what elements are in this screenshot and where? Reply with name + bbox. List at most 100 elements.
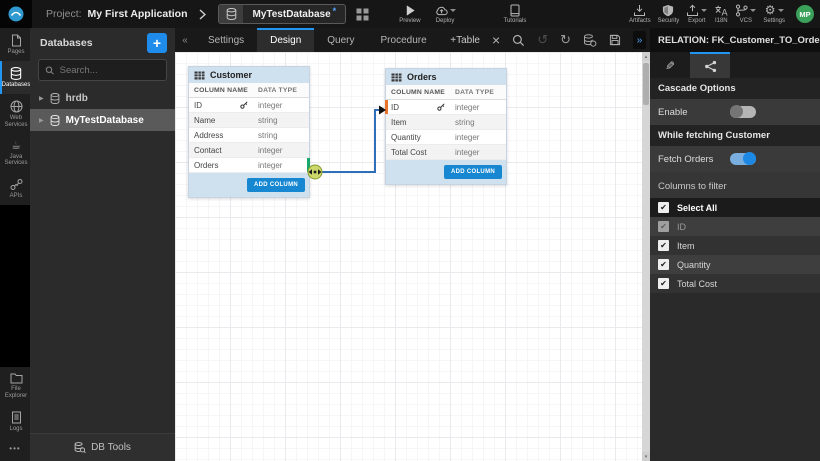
canvas-vertical-scrollbar[interactable]: ▴ ▾ (642, 52, 650, 461)
column-name: ID (386, 103, 450, 112)
scroll-up-arrow[interactable]: ▴ (642, 52, 650, 61)
column-row-contact[interactable]: Contactinteger (189, 143, 309, 158)
table-card-orders[interactable]: OrdersCOLUMN NAMEDATA TYPEIDintegerItems… (385, 68, 507, 185)
add-database-button[interactable]: + (147, 33, 167, 53)
shield-icon (662, 4, 674, 17)
filter-column-item[interactable]: ✔Item (650, 236, 820, 255)
rail-item-web-services[interactable]: Web Services (0, 94, 30, 134)
database-icon (50, 93, 60, 104)
tutorials-button[interactable]: Tutorials (504, 4, 527, 24)
checkbox-icon[interactable]: ✔ (658, 259, 669, 270)
caret-down-icon (778, 9, 784, 12)
export-button[interactable]: Export (686, 4, 707, 24)
unsaved-indicator: * (333, 6, 337, 16)
preview-button[interactable]: Preview (399, 4, 420, 24)
column-row-item[interactable]: Itemstring (386, 115, 506, 130)
tab-procedure[interactable]: Procedure (368, 28, 440, 52)
column-row-total-cost[interactable]: Total Costinteger (386, 145, 506, 160)
database-tab[interactable]: MyTestDatabase * (218, 4, 346, 24)
deploy-button[interactable]: Deploy (435, 4, 456, 24)
tab-design[interactable]: Design (257, 28, 314, 52)
filter-column-quantity[interactable]: ✔Quantity (650, 255, 820, 274)
project-breadcrumb: Project: My First Application (46, 8, 187, 20)
cloud-upload-icon (435, 4, 448, 17)
save-icon[interactable] (609, 34, 621, 46)
checkbox-icon[interactable]: ✔ (658, 278, 669, 289)
left-icon-rail: Pages Databases Web Services ☕ Java Serv… (0, 28, 30, 461)
delete-icon[interactable]: × (492, 33, 500, 47)
rail-item-logs[interactable]: Logs (0, 405, 30, 438)
column-row-address[interactable]: Addressstring (189, 128, 309, 143)
enable-toggle[interactable] (730, 106, 756, 118)
columns-filter-list: ✔Select All✔ID✔Item✔Quantity✔Total Cost (650, 198, 820, 293)
user-avatar[interactable]: MP (796, 5, 814, 23)
tab-edit-relation[interactable]: ✎ (650, 52, 690, 78)
column-name: Item (386, 118, 450, 127)
redo-icon[interactable]: ↻ (560, 33, 571, 47)
tab-settings[interactable]: Settings (195, 28, 257, 52)
settings-button[interactable]: ⚙ Settings (763, 4, 785, 24)
expander-icon[interactable]: ▶ (39, 117, 44, 124)
column-row-quantity[interactable]: Quantityinteger (386, 130, 506, 145)
database-tab-label: MyTestDatabase (252, 9, 330, 20)
zoom-search-icon[interactable] (512, 34, 525, 47)
vcs-button[interactable]: VCS (735, 4, 756, 24)
tab-relation-settings[interactable] (690, 52, 730, 78)
table-grid-icon (391, 73, 402, 82)
i18n-button[interactable]: A I18N (714, 4, 728, 24)
db-tools-button[interactable]: DB Tools (30, 433, 175, 461)
project-name: My First Application (88, 8, 188, 20)
filter-column-label: Select All (677, 203, 717, 213)
pencil-icon: ✎ (665, 59, 675, 73)
tree-item-hrdb[interactable]: ▶ hrdb (30, 87, 175, 109)
globe-icon (10, 100, 23, 113)
column-row-id[interactable]: IDinteger (189, 98, 309, 113)
collapse-panel-icon[interactable]: « (175, 28, 195, 52)
more-options-icon[interactable]: ••• (0, 438, 30, 461)
rail-item-pages[interactable]: Pages (0, 28, 30, 61)
filter-column-id[interactable]: ✔ID (650, 217, 820, 236)
column-row-id[interactable]: IDinteger (386, 100, 506, 115)
filter-column-label: ID (677, 222, 686, 232)
expand-panel-button[interactable]: » (633, 31, 646, 49)
relation-drag-handle-icon[interactable] (308, 165, 322, 179)
update-database-icon[interactable] (583, 34, 597, 47)
rail-item-apis[interactable]: APIs (0, 172, 30, 205)
relation-line[interactable] (322, 110, 379, 172)
fetch-orders-toggle[interactable] (730, 153, 756, 165)
search-box[interactable] (38, 59, 167, 81)
scroll-down-arrow[interactable]: ▾ (642, 452, 650, 461)
chevron-right-icon (199, 9, 206, 20)
table-card-customer[interactable]: CustomerCOLUMN NAMEDATA TYPEIDintegerNam… (188, 66, 310, 198)
column-row-name[interactable]: Namestring (189, 113, 309, 128)
expander-icon[interactable]: ▶ (39, 95, 44, 102)
undo-icon[interactable]: ↺ (537, 33, 548, 47)
apps-grid-icon[interactable] (356, 8, 369, 21)
column-name: Name (189, 116, 253, 125)
column-data-type: integer (450, 133, 506, 142)
rail-item-java-services[interactable]: ☕ Java Services (0, 134, 30, 173)
checkbox-icon[interactable]: ✔ (658, 240, 669, 251)
checkbox-icon[interactable]: ✔ (658, 202, 669, 213)
table-title[interactable]: Customer (189, 67, 309, 83)
add-table-button[interactable]: +Table (450, 35, 480, 46)
column-row-orders[interactable]: Ordersinteger (189, 158, 309, 173)
add-column-button[interactable]: ADD COLUMN (444, 165, 502, 179)
add-column-button[interactable]: ADD COLUMN (247, 178, 305, 192)
db-design-canvas[interactable]: CustomerCOLUMN NAMEDATA TYPEIDintegerNam… (175, 52, 650, 461)
artifacts-button[interactable]: Artifacts (629, 4, 651, 24)
table-title[interactable]: Orders (386, 69, 506, 85)
column-name: Contact (189, 146, 253, 155)
col-header-type: DATA TYPE (450, 89, 506, 96)
app-logo[interactable] (0, 0, 32, 28)
col-header-type: DATA TYPE (253, 87, 309, 94)
filter-column-total-cost[interactable]: ✔Total Cost (650, 274, 820, 293)
search-input[interactable] (60, 65, 160, 76)
security-button[interactable]: Security (658, 4, 680, 24)
rail-item-file-explorer[interactable]: File Explorer (0, 367, 30, 405)
tab-query[interactable]: Query (314, 28, 367, 52)
rail-item-databases[interactable]: Databases (0, 61, 30, 94)
scrollbar-thumb[interactable] (643, 63, 649, 105)
filter-column-select-all[interactable]: ✔ Select All (650, 198, 820, 217)
tree-item-mytestdatabase[interactable]: ▶ MyTestDatabase (30, 109, 175, 131)
